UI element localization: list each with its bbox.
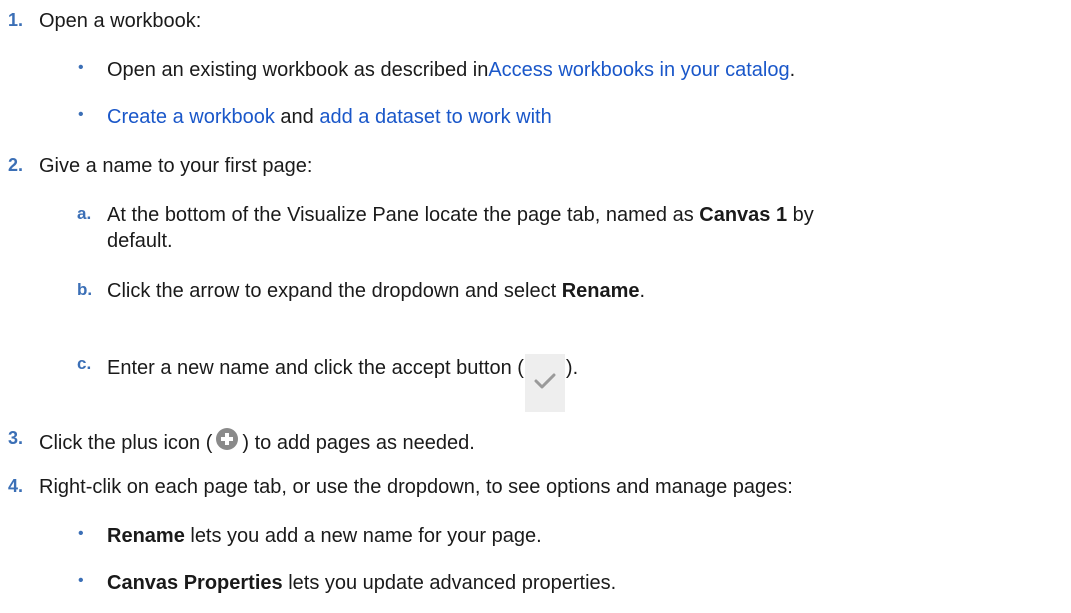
substep-text-pre: Enter a new name and click the accept bu… bbox=[107, 357, 524, 379]
add-dataset-link[interactable]: add a dataset to work with bbox=[319, 106, 551, 128]
canvas-1-label: Canvas 1 bbox=[699, 204, 788, 226]
substep-text-pre: Click the arrow to expand the dropdown a… bbox=[107, 280, 562, 302]
plus-circle-icon bbox=[216, 428, 239, 450]
step-text: Right-clik on each page tab, or use the … bbox=[39, 476, 793, 498]
substep-letter: a. bbox=[77, 204, 92, 223]
create-workbook-link[interactable]: Create a workbook bbox=[107, 106, 275, 128]
step-number: 1. bbox=[8, 10, 24, 30]
step-text-pre: Click the plus icon ( bbox=[39, 432, 213, 454]
substep-text-post: ). bbox=[565, 357, 579, 379]
step-text: Click the plus icon ( ) to add pages as n… bbox=[39, 428, 475, 455]
bullet-text: Open an existing workbook as described i… bbox=[107, 59, 795, 82]
substep-text-continued: default. bbox=[107, 230, 173, 252]
bullet-text-post: . bbox=[789, 59, 796, 81]
step-text: Give a name to your first page: bbox=[39, 155, 313, 177]
substep-text-post: by bbox=[787, 204, 814, 226]
substep-text-pre: At the bottom of the Visualize Pane loca… bbox=[107, 204, 700, 226]
rename-label: Rename bbox=[561, 280, 640, 302]
bullet: • bbox=[78, 106, 84, 123]
substep-text-post: . bbox=[639, 280, 646, 302]
bullet-text-pre: Open an existing workbook as described i… bbox=[107, 59, 489, 81]
step-number: 3. bbox=[8, 428, 24, 448]
step-number: 2. bbox=[8, 155, 24, 175]
step-text: Open a workbook: bbox=[39, 10, 202, 32]
checkmark-icon bbox=[534, 373, 556, 389]
step-text-post: ) to add pages as needed. bbox=[242, 432, 475, 454]
bullet-text-mid: and bbox=[274, 106, 320, 128]
substep-letter: c. bbox=[77, 354, 92, 373]
substep-letter: b. bbox=[77, 280, 93, 299]
access-workbooks-link[interactable]: Access workbooks in your catalog bbox=[488, 59, 789, 81]
bullet-text: Rename lets you add a new name for your … bbox=[107, 525, 542, 548]
bullet-text: Canvas Properties lets you update advanc… bbox=[107, 572, 616, 595]
bullet: • bbox=[78, 525, 84, 542]
bullet-text-rest: lets you add a new name for your page. bbox=[184, 525, 542, 547]
bullet: • bbox=[78, 59, 84, 76]
rename-term: Rename bbox=[107, 525, 185, 547]
bullet-text-rest: lets you update advanced properties. bbox=[282, 572, 617, 594]
substep-text: Click the arrow to expand the dropdown a… bbox=[107, 280, 645, 303]
canvas-properties-term: Canvas Properties bbox=[107, 572, 283, 594]
bullet-text: Create a workbook and add a dataset to w… bbox=[107, 106, 552, 129]
substep-text: At the bottom of the Visualize Pane loca… bbox=[107, 204, 814, 227]
document: 1. Open a workbook: • Open an existing w… bbox=[0, 0, 1071, 613]
bullet: • bbox=[78, 572, 84, 589]
accept-button-image bbox=[524, 354, 565, 412]
step-number: 4. bbox=[8, 476, 24, 496]
substep-text: Enter a new name and click the accept bu… bbox=[107, 354, 578, 412]
